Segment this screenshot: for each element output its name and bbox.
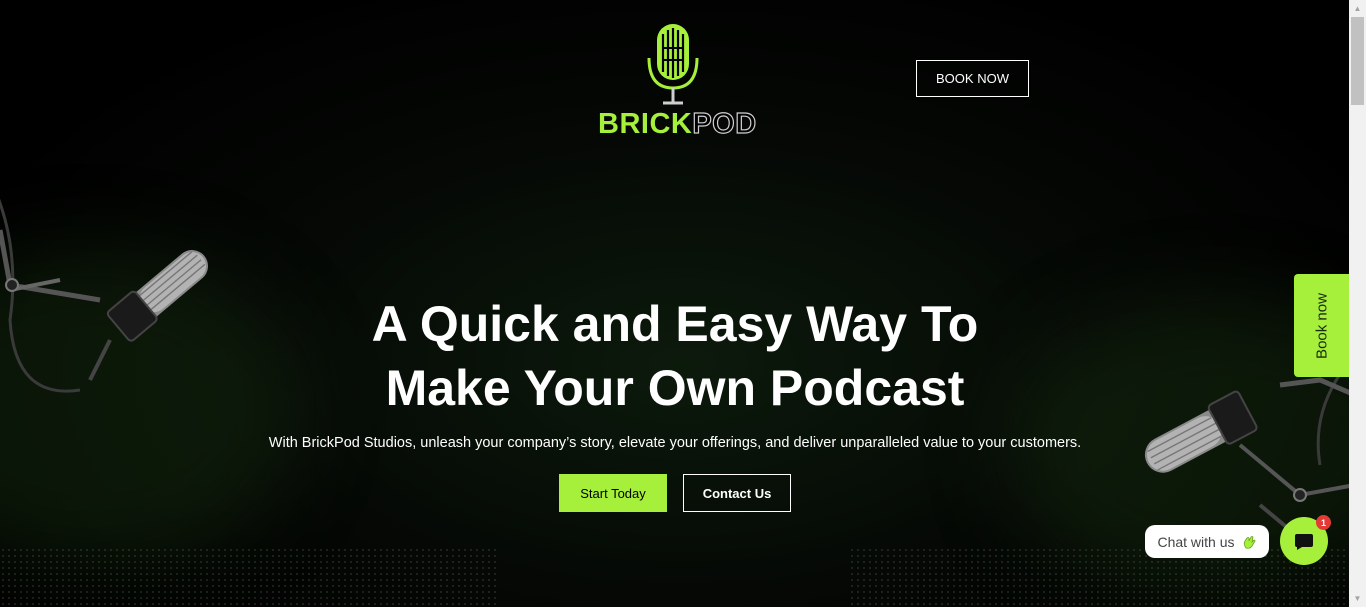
brand-logo[interactable]: BRICKPOD <box>598 20 757 141</box>
hero-title-line1: A Quick and Easy Way To <box>371 296 979 352</box>
hero-title-line2: Make Your Own Podcast <box>385 360 965 416</box>
page: BRICKPOD BOOK NOW A Quick and Easy Way T… <box>0 0 1349 607</box>
microphone-image-left <box>0 198 209 393</box>
hero-title: A Quick and Easy Way To Make Your Own Po… <box>300 292 1050 420</box>
hero-subtitle: With BrickPod Studios, unleash your comp… <box>268 435 1082 451</box>
book-now-button[interactable]: BOOK NOW <box>916 60 1029 97</box>
contact-us-button[interactable]: Contact Us <box>683 474 791 512</box>
chat-pill-label: Chat with us <box>1157 533 1235 550</box>
scroll-down-arrow-icon[interactable]: ▼ <box>1349 590 1366 607</box>
side-tab-label: Book now <box>1313 292 1330 359</box>
book-now-side-tab[interactable]: Book now <box>1294 274 1349 377</box>
chat-unread-badge: 1 <box>1316 515 1331 530</box>
microphone-logo-icon <box>647 24 699 105</box>
brand-name-brick: BRICK <box>598 108 693 140</box>
scroll-up-arrow-icon[interactable]: ▲ <box>1349 0 1366 17</box>
scroll-thumb[interactable] <box>1351 17 1364 105</box>
chat-with-us-pill[interactable]: Chat with us <box>1145 525 1269 558</box>
dots-pattern-left <box>0 547 500 607</box>
vertical-scrollbar[interactable]: ▲ ▼ <box>1349 0 1366 607</box>
brand-name: BRICKPOD <box>598 107 757 141</box>
start-today-button[interactable]: Start Today <box>559 474 667 512</box>
wave-hand-icon <box>1243 535 1255 549</box>
chat-icon <box>1295 534 1313 550</box>
brand-name-pod: POD <box>692 107 757 140</box>
